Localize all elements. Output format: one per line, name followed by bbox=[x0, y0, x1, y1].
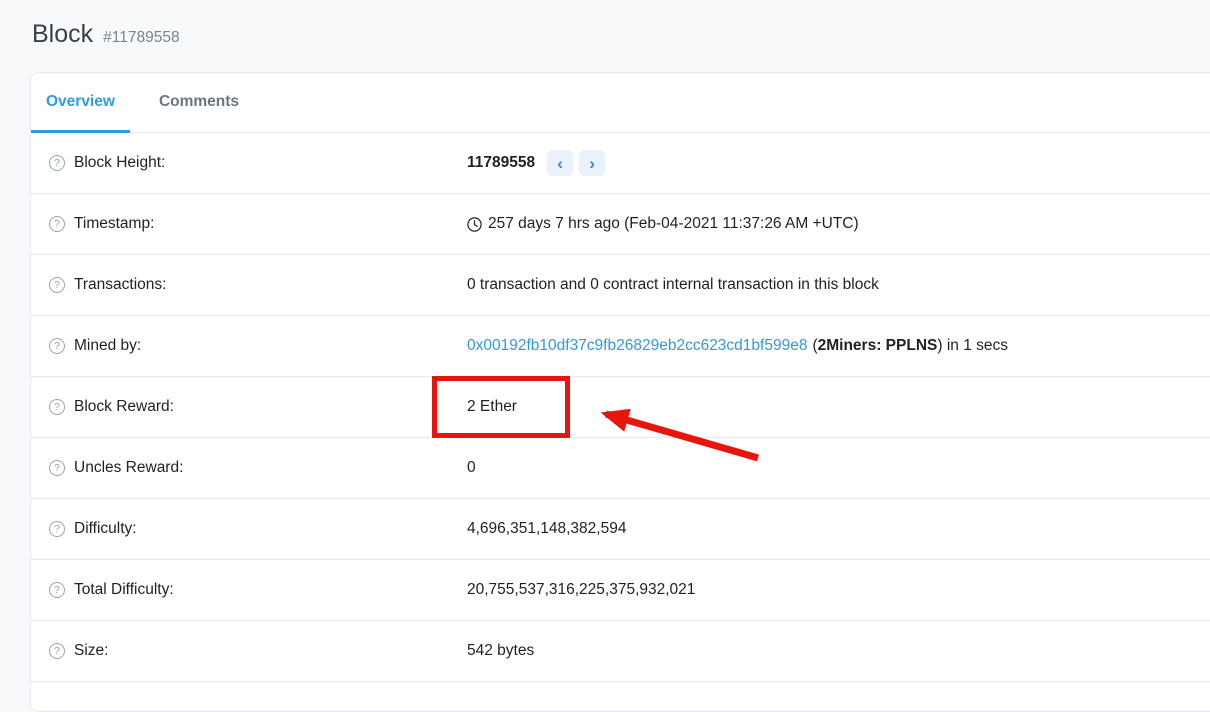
page-header: Block #11789558 bbox=[0, 0, 1210, 72]
row-block-height: ? Block Height: 11789558 ‹ › bbox=[31, 133, 1210, 194]
help-icon[interactable]: ? bbox=[49, 460, 65, 476]
timestamp-label: Timestamp: bbox=[74, 215, 154, 233]
help-icon[interactable]: ? bbox=[49, 338, 65, 354]
row-transactions: ? Transactions: 0 transaction and 0 cont… bbox=[31, 255, 1210, 316]
size-label: Size: bbox=[74, 642, 108, 660]
block-height-value: 11789558 bbox=[467, 154, 535, 172]
tab-overview[interactable]: Overview bbox=[31, 73, 130, 133]
row-block-reward: ? Block Reward: 2 Ether bbox=[31, 377, 1210, 438]
transactions-value: 0 transaction and 0 contract internal tr… bbox=[467, 276, 879, 294]
difficulty-value: 4,696,351,148,382,594 bbox=[467, 520, 626, 538]
next-block-button[interactable]: › bbox=[579, 150, 605, 176]
block-height-label: Block Height: bbox=[74, 154, 165, 172]
help-icon[interactable]: ? bbox=[49, 277, 65, 293]
mine-time: ) in 1 secs bbox=[937, 337, 1008, 355]
transactions-label: Transactions: bbox=[74, 276, 166, 294]
chevron-left-icon: ‹ bbox=[557, 155, 563, 172]
help-icon[interactable]: ? bbox=[49, 582, 65, 598]
tab-bar: Overview Comments bbox=[31, 73, 1210, 133]
block-reward-value: 2 Ether bbox=[467, 398, 517, 416]
block-details-card: Overview Comments ? Block Height: 117895… bbox=[30, 72, 1210, 712]
help-icon[interactable]: ? bbox=[49, 643, 65, 659]
row-difficulty: ? Difficulty: 4,696,351,148,382,594 bbox=[31, 499, 1210, 560]
chevron-right-icon: › bbox=[589, 155, 595, 172]
uncles-reward-value: 0 bbox=[467, 459, 476, 477]
difficulty-label: Difficulty: bbox=[74, 520, 137, 538]
overview-rows: ? Block Height: 11789558 ‹ › ? Timestamp… bbox=[31, 133, 1210, 682]
mined-by-label: Mined by: bbox=[74, 337, 141, 355]
block-number: #11789558 bbox=[103, 24, 179, 52]
row-total-difficulty: ? Total Difficulty: 20,755,537,316,225,3… bbox=[31, 560, 1210, 621]
previous-block-button[interactable]: ‹ bbox=[547, 150, 573, 176]
row-mined-by: ? Mined by: 0x00192fb10df37c9fb26829eb2c… bbox=[31, 316, 1210, 377]
miner-address-link[interactable]: 0x00192fb10df37c9fb26829eb2cc623cd1bf599… bbox=[467, 337, 807, 355]
page-title: Block bbox=[32, 20, 93, 48]
clock-icon bbox=[467, 217, 482, 232]
tab-comments[interactable]: Comments bbox=[144, 73, 254, 133]
timestamp-value: 257 days 7 hrs ago (Feb-04-2021 11:37:26… bbox=[488, 215, 859, 233]
block-reward-label: Block Reward: bbox=[74, 398, 174, 416]
row-timestamp: ? Timestamp: 257 days 7 hrs ago (Feb-04-… bbox=[31, 194, 1210, 255]
help-icon[interactable]: ? bbox=[49, 399, 65, 415]
size-value: 542 bytes bbox=[467, 642, 534, 660]
help-icon[interactable]: ? bbox=[49, 155, 65, 171]
row-uncles-reward: ? Uncles Reward: 0 bbox=[31, 438, 1210, 499]
uncles-reward-label: Uncles Reward: bbox=[74, 459, 183, 477]
total-difficulty-label: Total Difficulty: bbox=[74, 581, 174, 599]
miner-name: 2Miners: PPLNS bbox=[818, 337, 938, 355]
help-icon[interactable]: ? bbox=[49, 521, 65, 537]
help-icon[interactable]: ? bbox=[49, 216, 65, 232]
total-difficulty-value: 20,755,537,316,225,375,932,021 bbox=[467, 581, 695, 599]
row-size: ? Size: 542 bytes bbox=[31, 621, 1210, 682]
